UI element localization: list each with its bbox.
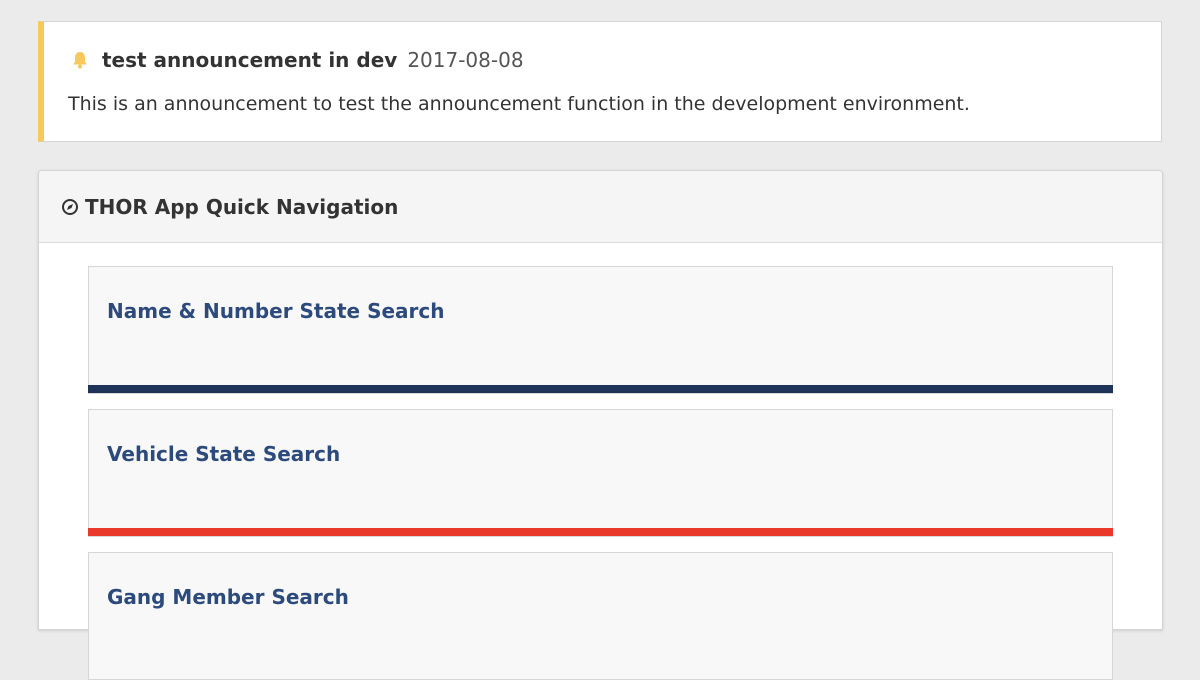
quick-navigation-panel: THOR App Quick Navigation Name & Number … bbox=[38, 170, 1163, 680]
nav-card-vehicle-state-search[interactable]: Vehicle State Search bbox=[88, 409, 1113, 537]
nav-card-gang-member-search[interactable]: Gang Member Search bbox=[88, 552, 1113, 680]
nav-card-label[interactable]: Gang Member Search bbox=[107, 585, 349, 609]
announcement-body: This is an announcement to test the anno… bbox=[68, 93, 970, 115]
bell-icon bbox=[70, 50, 90, 70]
nav-card-label[interactable]: Vehicle State Search bbox=[107, 442, 340, 466]
panel-title: THOR App Quick Navigation bbox=[85, 194, 399, 219]
nav-card-accent-bar bbox=[88, 385, 1113, 393]
announcement-header: test announcement in dev 2017-08-08 bbox=[70, 48, 524, 72]
nav-card-accent-bar bbox=[88, 528, 1113, 536]
panel-header: THOR App Quick Navigation bbox=[39, 171, 1162, 243]
announcement-panel: test announcement in dev 2017-08-08 This… bbox=[38, 21, 1162, 142]
compass-icon bbox=[61, 198, 79, 216]
announcement-title: test announcement in dev bbox=[102, 48, 398, 72]
announcement-date: 2017-08-08 bbox=[407, 48, 524, 72]
nav-card-label[interactable]: Name & Number State Search bbox=[107, 299, 445, 323]
nav-card-name-number-state-search[interactable]: Name & Number State Search bbox=[88, 266, 1113, 394]
